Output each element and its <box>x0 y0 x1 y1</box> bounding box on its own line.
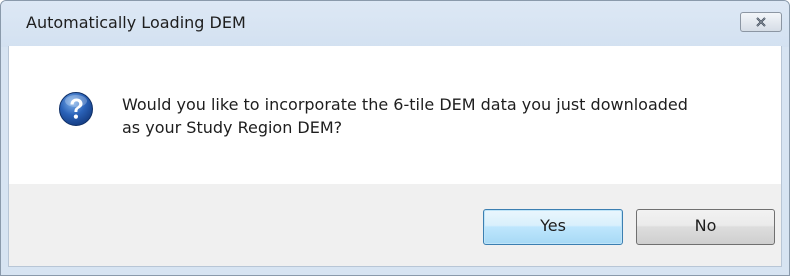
close-icon <box>756 17 766 27</box>
dialog-message: Would you like to incorporate the 6-tile… <box>122 93 762 139</box>
title-bar[interactable]: Automatically Loading DEM <box>1 1 789 47</box>
message-line-2: as your Study Region DEM? <box>122 118 343 137</box>
yes-button[interactable]: Yes <box>483 209 623 245</box>
message-line-1: Would you like to incorporate the 6-tile… <box>122 95 688 114</box>
question-icon <box>59 92 93 126</box>
dialog-title: Automatically Loading DEM <box>26 13 246 32</box>
close-button[interactable] <box>740 12 782 32</box>
no-button[interactable]: No <box>636 209 775 245</box>
